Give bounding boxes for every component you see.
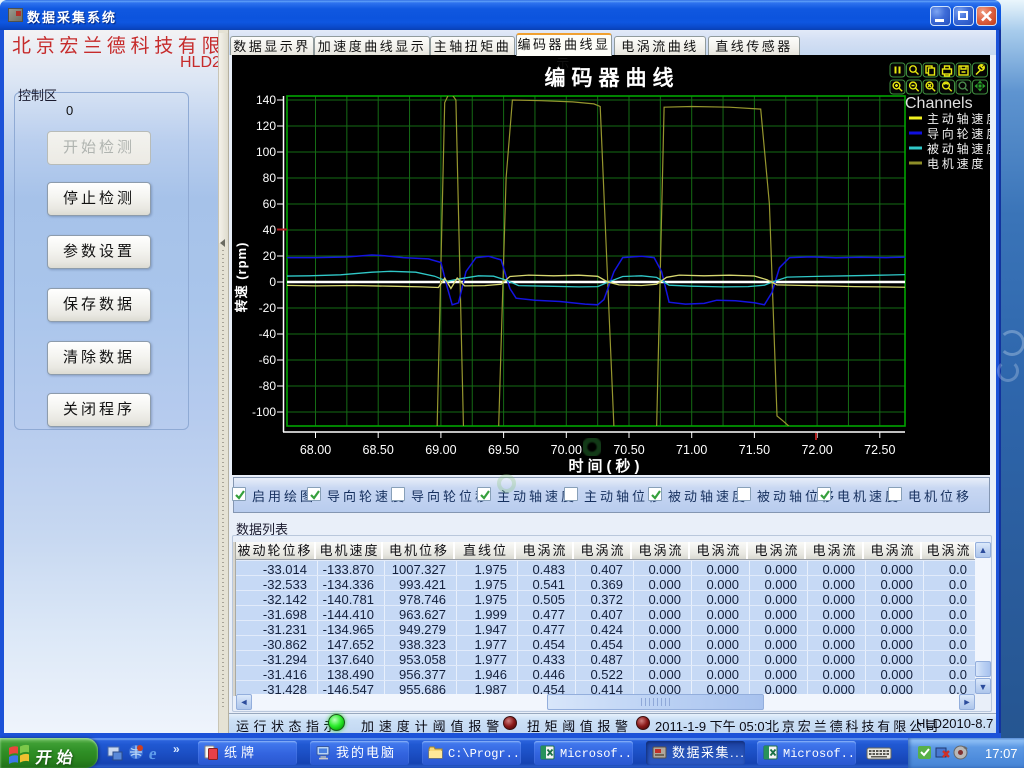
- svg-text:20: 20: [263, 249, 277, 263]
- svg-text:导向轮速度: 导向轮速度: [927, 126, 990, 141]
- svg-text:-40: -40: [259, 327, 277, 341]
- svg-text:转速 (rpm): 转速 (rpm): [234, 242, 249, 313]
- svg-text:70.00: 70.00: [551, 443, 582, 457]
- svg-text:72.50: 72.50: [864, 443, 895, 457]
- svg-text:40: 40: [263, 223, 277, 237]
- svg-text:68.50: 68.50: [363, 443, 394, 457]
- svg-text:0: 0: [269, 275, 276, 289]
- svg-text:69.00: 69.00: [425, 443, 456, 457]
- svg-text:被动轴速度: 被动轴速度: [927, 141, 990, 156]
- svg-text:时间(秒): 时间(秒): [569, 457, 644, 475]
- svg-text:140: 140: [256, 93, 276, 107]
- svg-text:69.50: 69.50: [488, 443, 519, 457]
- svg-text:-80: -80: [259, 379, 277, 393]
- svg-text:120: 120: [256, 119, 276, 133]
- svg-text:100: 100: [256, 145, 276, 159]
- svg-text:主动轴速度: 主动轴速度: [927, 111, 990, 126]
- svg-text:-100: -100: [252, 405, 276, 419]
- svg-text:60: 60: [263, 197, 277, 211]
- svg-text:70.50: 70.50: [613, 443, 644, 457]
- svg-text:68.00: 68.00: [300, 443, 331, 457]
- svg-text:-60: -60: [259, 353, 277, 367]
- svg-text:71.50: 71.50: [739, 443, 770, 457]
- svg-text:72.00: 72.00: [801, 443, 832, 457]
- svg-text:80: 80: [263, 171, 277, 185]
- svg-text:电机速度: 电机速度: [927, 156, 986, 171]
- svg-text:-20: -20: [259, 301, 277, 315]
- svg-text:71.00: 71.00: [676, 443, 707, 457]
- svg-text:Channels: Channels: [905, 95, 973, 112]
